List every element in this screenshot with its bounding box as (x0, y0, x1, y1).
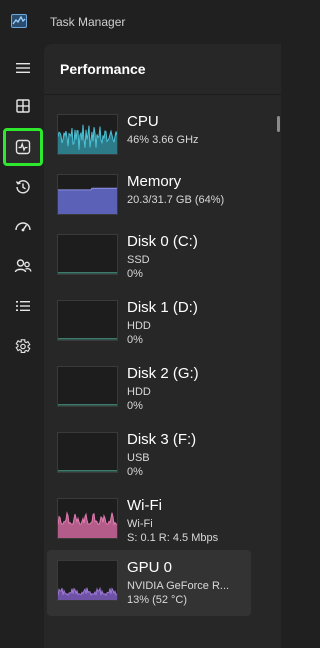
hamburger-menu-icon (16, 63, 30, 73)
perf-item-cpu[interactable]: CPU 46% 3.66 GHz (47, 104, 251, 170)
graph-area (58, 188, 117, 214)
app-history-icon (15, 180, 30, 194)
item-throughput: S: 0.1 R: 4.5 Mbps (127, 532, 219, 544)
header-divider (44, 94, 281, 95)
graph-sparkline (58, 404, 117, 406)
details-icon (16, 301, 30, 311)
perf-item-disk0[interactable]: Disk 0 (C:) SSD 0% (47, 224, 251, 290)
item-title: GPU 0 (127, 559, 173, 576)
users-icon (14, 259, 32, 273)
item-title: Disk 2 (G:) (127, 365, 199, 382)
nav-performance[interactable] (3, 128, 43, 166)
perf-item-wifi[interactable]: Wi-Fi Wi-Fi S: 0.1 R: 4.5 Mbps (47, 488, 251, 554)
item-title: Disk 1 (D:) (127, 299, 198, 316)
item-type: SSD (127, 254, 150, 266)
perf-item-disk2[interactable]: Disk 2 (G:) HDD 0% (47, 356, 251, 422)
item-detail: 20.3/31.7 GB (64%) (127, 194, 225, 206)
processes-icon (16, 99, 30, 113)
graph-sparkline (58, 272, 117, 274)
item-usage: 0% (127, 466, 143, 478)
item-title: Wi-Fi (127, 497, 162, 514)
item-detail: 46% 3.66 GHz (127, 134, 199, 146)
graph-sparkline (58, 511, 117, 538)
item-type: USB (127, 452, 150, 464)
nav-details[interactable] (3, 287, 43, 325)
perf-item-disk1[interactable]: Disk 1 (D:) HDD 0% (47, 290, 251, 356)
item-usage: 0% (127, 400, 143, 412)
graph-sparkline (58, 470, 117, 472)
item-usage: 0% (127, 334, 143, 346)
item-title: CPU (127, 113, 159, 130)
disk2-graph (57, 366, 118, 407)
gpu-graph (57, 560, 118, 601)
item-type: HDD (127, 386, 151, 398)
graph-sparkline (58, 124, 117, 154)
title-bar: Task Manager (0, 0, 281, 44)
hamburger-menu-button[interactable] (3, 49, 43, 87)
item-adapter: Wi-Fi (127, 518, 153, 530)
item-title: Memory (127, 173, 182, 190)
item-type: HDD (127, 320, 151, 332)
perf-item-disk3[interactable]: Disk 3 (F:) USB 0% (47, 422, 251, 488)
perf-item-gpu0[interactable]: GPU 0 NVIDIA GeForce R... 13% (52 °C) (47, 550, 251, 616)
page-title: Performance (60, 61, 146, 77)
item-usage: 13% (52 °C) (127, 594, 188, 606)
nav-processes[interactable] (3, 87, 43, 125)
memory-graph (57, 174, 118, 215)
graph-sparkline (58, 187, 117, 214)
startup-apps-icon (15, 222, 31, 232)
nav-users[interactable] (3, 247, 43, 285)
graph-sparkline (58, 338, 117, 340)
nav-startup-apps[interactable] (3, 208, 43, 246)
navigation-sidebar (0, 44, 44, 648)
perf-item-memory[interactable]: Memory 20.3/31.7 GB (64%) (47, 164, 251, 230)
disk0-graph (57, 234, 118, 275)
nav-services[interactable] (3, 327, 43, 365)
cpu-graph (57, 114, 118, 155)
performance-icon (15, 139, 31, 155)
item-model: NVIDIA GeForce R... (127, 580, 230, 592)
disk1-graph (57, 300, 118, 341)
item-title: Disk 0 (C:) (127, 233, 198, 250)
performance-panel: Performance CPU 46% 3.66 GHz Memory 20.3… (44, 44, 281, 648)
task-manager-logo-icon (11, 14, 27, 28)
app-title: Task Manager (50, 15, 126, 29)
wifi-graph (57, 498, 118, 539)
nav-app-history[interactable] (3, 168, 43, 206)
graph-sparkline (58, 586, 117, 600)
scrollbar-thumb[interactable] (277, 116, 280, 132)
item-title: Disk 3 (F:) (127, 431, 197, 448)
disk3-graph (57, 432, 118, 473)
item-usage: 0% (127, 268, 143, 280)
services-icon (15, 339, 31, 353)
